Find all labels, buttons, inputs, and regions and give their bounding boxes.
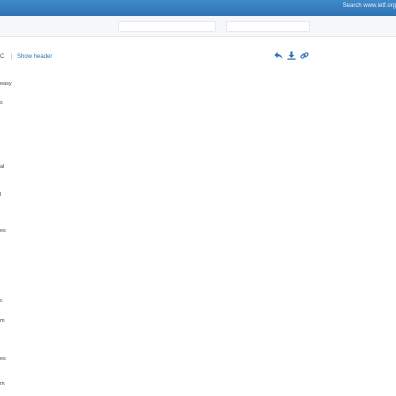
body-text-fragment: m [0, 318, 5, 324]
body-text-fragment: easy [0, 81, 12, 87]
body-text-fragment: es [0, 228, 6, 234]
search-ietf-link[interactable]: Search www.ietf.org [343, 3, 396, 9]
message-header-row: C | Show header [0, 52, 396, 62]
reply-icon[interactable] [274, 47, 283, 60]
body-text-fragment: l [0, 192, 2, 198]
body-text-fragment: m [0, 381, 5, 387]
body-text-fragment: es [0, 356, 6, 362]
toolbar-field-1[interactable] [118, 21, 216, 32]
top-navigation-bar: Search www.ietf.org [0, 0, 396, 16]
body-text-fragment: c [0, 298, 3, 304]
body-text-fragment: al [0, 164, 5, 170]
link-icon[interactable] [300, 47, 309, 59]
header-separator: | [11, 54, 13, 60]
download-icon[interactable] [287, 47, 296, 60]
show-header-link[interactable]: Show header [17, 52, 52, 62]
message-actions [274, 47, 309, 60]
toolbar-field-2[interactable] [226, 21, 310, 32]
body-text-fragment: s [0, 100, 3, 106]
toolbar-strip [0, 16, 396, 37]
header-fragment: C [0, 54, 5, 60]
